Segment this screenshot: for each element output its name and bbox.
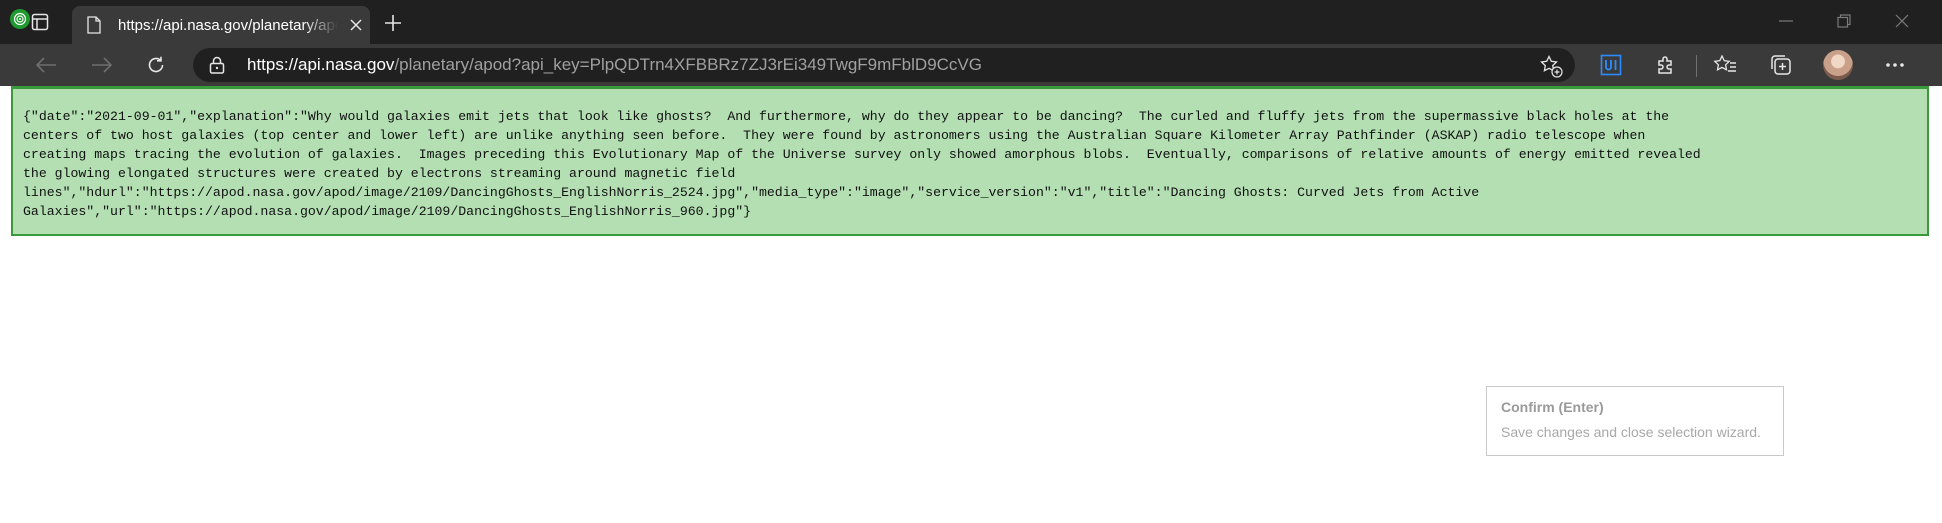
favorites-icon: [1713, 54, 1736, 72]
extensions-icon: [1658, 56, 1672, 74]
toolbar: https://api.nasa.gov/planetary/apod?api_…: [0, 44, 1942, 86]
forward-button[interactable]: [86, 50, 118, 80]
collections-button[interactable]: [1765, 50, 1797, 80]
toolbar-separator: [1696, 55, 1697, 77]
add-favorite-button[interactable]: [1539, 54, 1563, 78]
collections-icon: [1771, 55, 1791, 75]
extensions-button[interactable]: [1650, 50, 1682, 80]
close-icon: [1895, 14, 1909, 28]
json-line: {"date":"2021-09-01","explanation":"Why …: [23, 109, 1670, 124]
target-icon[interactable]: [10, 9, 30, 29]
address-url[interactable]: https://api.nasa.gov/planetary/apod?api_…: [247, 55, 982, 75]
refresh-icon: [148, 56, 164, 73]
add-favorite-icon: [1540, 54, 1563, 78]
url-host: https://api.nasa.gov: [247, 55, 395, 74]
more-icon: [1886, 63, 1904, 67]
json-line: Galaxies","url":"https://apod.nasa.gov/a…: [23, 204, 752, 219]
json-line: centers of two host galaxies (top center…: [23, 128, 1646, 143]
ui-extension-button[interactable]: [1595, 50, 1627, 80]
back-icon: [35, 57, 56, 73]
new-tab-button[interactable]: [380, 10, 406, 36]
restore-icon: [1837, 14, 1851, 28]
restore-button[interactable]: [1824, 6, 1864, 36]
favorites-button[interactable]: [1709, 50, 1741, 80]
tab-close-button[interactable]: [346, 15, 366, 35]
address-bar[interactable]: https://api.nasa.gov/planetary/apod?api_…: [193, 48, 1575, 82]
confirm-title: Confirm (Enter): [1501, 399, 1604, 415]
minimize-icon: [1779, 20, 1793, 22]
tab-strip: https://api.nasa.gov/planetary/apod?api_…: [0, 0, 1942, 44]
refresh-button[interactable]: [140, 50, 172, 80]
lock-icon[interactable]: [207, 55, 227, 75]
window-close-button[interactable]: [1882, 6, 1922, 36]
json-line: the glowing elongated structures were cr…: [23, 166, 736, 181]
more-button[interactable]: [1879, 50, 1911, 80]
page-icon: [84, 15, 104, 35]
close-icon: [350, 19, 362, 31]
plus-icon: [385, 15, 401, 31]
json-response: {"date":"2021-09-01","explanation":"Why …: [13, 89, 1927, 221]
tab-active[interactable]: https://api.nasa.gov/planetary/apod?api_…: [72, 6, 370, 44]
confirm-tooltip[interactable]: Confirm (Enter) Save changes and close s…: [1486, 386, 1784, 456]
ui-extension-icon: [1600, 54, 1622, 76]
json-line: creating maps tracing the evolution of g…: [23, 147, 1701, 162]
forward-icon: [92, 57, 113, 73]
minimize-button[interactable]: [1766, 6, 1806, 36]
confirm-description: Save changes and close selection wizard.: [1501, 424, 1761, 440]
back-button[interactable]: [30, 50, 62, 80]
avatar[interactable]: [1823, 50, 1853, 80]
sidebar-icon: [31, 13, 49, 36]
tab-title: https://api.nasa.gov/planetary/apod?api_…: [118, 16, 338, 34]
url-path: /planetary/apod?api_key=PlpQDTrn4XFBBRz7…: [394, 55, 982, 74]
json-line: lines","hdurl":"https://apod.nasa.gov/ap…: [23, 185, 1480, 200]
selected-json-region[interactable]: {"date":"2021-09-01","explanation":"Why …: [11, 86, 1929, 236]
